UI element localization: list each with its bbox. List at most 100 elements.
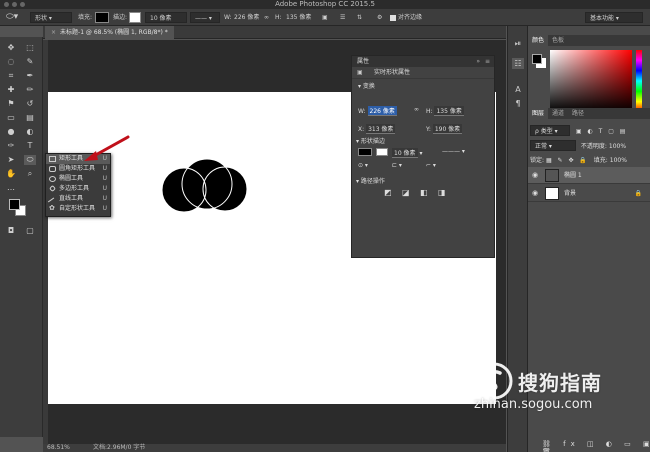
align-edges-checkbox[interactable]: 对齐边缘: [390, 12, 422, 23]
path-alignment-icon[interactable]: ☰: [340, 12, 345, 23]
move-tool-icon[interactable]: ✥: [5, 43, 17, 53]
clone-stamp-icon[interactable]: ⚑: [5, 99, 17, 109]
zoom-window-icon[interactable]: [20, 2, 25, 7]
props-stroke-width[interactable]: 10 像素 ▾: [392, 148, 422, 158]
hue-slider[interactable]: [636, 50, 642, 112]
tab-swatches[interactable]: 色板: [548, 35, 568, 46]
props-fill-swatch[interactable]: [358, 148, 372, 156]
blur-tool-icon[interactable]: ●: [5, 127, 17, 137]
path-arrangement-icon[interactable]: ⇅: [357, 12, 362, 23]
flyout-item-custom-shape[interactable]: ✿ 自定形状工具 U: [46, 204, 110, 214]
height-field[interactable]: 135 像素: [286, 12, 311, 23]
stroke-cap-select[interactable]: ⊏ ▾: [392, 162, 402, 169]
eraser-tool-icon[interactable]: ▭: [5, 113, 17, 123]
quick-mask-icon[interactable]: ◘: [5, 226, 17, 236]
opacity-field[interactable]: 100%: [609, 143, 626, 150]
marquee-tool-icon[interactable]: ⬚: [24, 43, 36, 53]
character-panel-icon[interactable]: A: [512, 84, 524, 95]
width-field[interactable]: 226 像素: [234, 12, 259, 23]
quick-select-tool-icon[interactable]: ✎: [24, 57, 36, 67]
history-panel-icon[interactable]: ⏯: [512, 38, 524, 49]
history-brush-icon[interactable]: ↺: [24, 99, 36, 109]
color-picker-field[interactable]: [550, 50, 632, 112]
flyout-item-line[interactable]: 直线工具 U: [46, 194, 110, 207]
props-height-field[interactable]: 135 像素: [434, 106, 464, 116]
eyedropper-tool-icon[interactable]: ✒: [24, 71, 36, 81]
tab-color[interactable]: 颜色: [528, 35, 549, 46]
props-stroke-swatch[interactable]: [376, 148, 388, 156]
transform-section-header[interactable]: ▾ 变换: [352, 82, 494, 91]
gradient-tool-icon[interactable]: ▤: [24, 113, 36, 123]
tab-channels[interactable]: 通道: [548, 108, 568, 119]
layer-filter-icons[interactable]: ▣ ◐ T ▢ ▤: [576, 128, 628, 135]
gear-icon[interactable]: ⚙: [377, 12, 382, 23]
ellipse-tool-icon[interactable]: ⬭: [24, 155, 36, 165]
exclude-overlap-icon[interactable]: ◨: [438, 188, 446, 197]
close-window-icon[interactable]: [4, 2, 9, 7]
props-x-field[interactable]: 313 像素: [366, 124, 396, 134]
pen-tool-icon[interactable]: ✑: [5, 141, 17, 151]
stroke-corner-select[interactable]: ⌐ ▾: [426, 162, 436, 169]
shape-mode-select[interactable]: 形状 ▾: [30, 12, 72, 23]
flyout-item-rounded-rectangle[interactable]: 圆角矩形工具 U: [46, 164, 110, 174]
tab-layers[interactable]: 图层: [528, 108, 549, 119]
hand-tool-icon[interactable]: ✋: [5, 169, 17, 179]
tab-paths[interactable]: 路径: [568, 108, 588, 119]
path-operations-icon[interactable]: ▣: [322, 12, 328, 23]
collapse-icon[interactable]: »: [476, 56, 480, 67]
document-tab[interactable]: × 未标题-1 @ 68.5% (椭圆 1, RGB/8*) *: [45, 26, 174, 39]
document-info[interactable]: 文档:2.96M/0 字节: [93, 444, 145, 452]
path-ops-section-header[interactable]: ▾ 路径操作: [356, 176, 385, 185]
props-width-field[interactable]: 226 像素: [367, 106, 397, 116]
link-icon[interactable]: ∞: [264, 12, 269, 23]
brush-tool-icon[interactable]: ✏: [24, 85, 36, 95]
path-selection-icon[interactable]: ➤: [5, 155, 17, 165]
layer-row-background[interactable]: ◉ 背景 🔒: [528, 185, 650, 202]
lock-icons[interactable]: ▦ ✎ ✥ 🔒: [546, 157, 589, 164]
flyout-item-polygon[interactable]: 多边形工具 U: [46, 184, 110, 194]
screen-mode-icon[interactable]: ▢: [24, 226, 36, 236]
paragraph-panel-icon[interactable]: ¶: [512, 98, 524, 109]
fill-field[interactable]: 100%: [610, 157, 627, 164]
layers-footer-icons[interactable]: ⛓ fx ◫ ◐ ▭ ▣ 🗑: [542, 440, 650, 452]
combine-shapes-icon[interactable]: ◩: [384, 188, 392, 197]
eye-icon[interactable]: ◉: [532, 185, 538, 202]
props-stroke-type[interactable]: ——— ▾: [442, 148, 465, 155]
eye-icon[interactable]: ◉: [532, 167, 538, 184]
status-bar: 68.51% 文档:2.96M/0 字节: [43, 444, 506, 452]
close-tab-icon[interactable]: ×: [51, 29, 56, 36]
subtract-front-shape-icon[interactable]: ◪: [402, 188, 410, 197]
dodge-tool-icon[interactable]: ◐: [24, 127, 36, 137]
props-y-field[interactable]: 190 像素: [432, 124, 463, 134]
align-edges-label: 对齐边缘: [398, 14, 423, 21]
minimize-window-icon[interactable]: [12, 2, 17, 7]
blend-mode-select[interactable]: 正常 ▾: [530, 140, 576, 151]
layer-row-ellipse[interactable]: ◉ 椭圆 1: [528, 167, 650, 184]
stroke-align-select[interactable]: ⊙ ▾: [358, 162, 368, 169]
properties-layer-icon[interactable]: ▣: [357, 67, 363, 79]
fill-swatch[interactable]: [95, 12, 109, 23]
lasso-tool-icon[interactable]: ◌: [5, 57, 17, 67]
polygon-icon: [48, 184, 57, 193]
props-link-icon[interactable]: ∞: [414, 106, 419, 113]
healing-brush-icon[interactable]: ✚: [5, 85, 17, 95]
properties-panel-icon[interactable]: ☷: [512, 58, 524, 69]
workspace-select[interactable]: 基本功能 ▾: [585, 12, 643, 23]
intersect-shapes-icon[interactable]: ◧: [420, 188, 428, 197]
type-tool-icon[interactable]: T: [24, 141, 36, 151]
properties-title: 属性: [357, 58, 370, 65]
stroke-width-field[interactable]: 10 像素: [145, 12, 187, 23]
layer-kind-filter[interactable]: ρ 类型 ▾: [530, 125, 570, 136]
ellipse-tool-preset-icon[interactable]: ⬭▾: [6, 12, 18, 23]
crop-tool-icon[interactable]: ⌗: [5, 71, 17, 81]
stroke-type-select[interactable]: —— ▾: [190, 12, 220, 23]
zoom-tool-icon[interactable]: ⌕: [24, 169, 36, 179]
stroke-swatch[interactable]: [129, 12, 141, 23]
color-foreground-swatch[interactable]: [532, 54, 542, 64]
zoom-level[interactable]: 68.51%: [47, 444, 70, 452]
more-tools-icon[interactable]: …: [5, 183, 17, 193]
foreground-color-swatch[interactable]: [9, 199, 20, 210]
panel-menu-icon[interactable]: ≡: [485, 56, 490, 67]
flyout-item-ellipse[interactable]: 椭圆工具 U: [46, 174, 110, 184]
appearance-section-header[interactable]: ▾ 形状描边: [356, 136, 385, 145]
